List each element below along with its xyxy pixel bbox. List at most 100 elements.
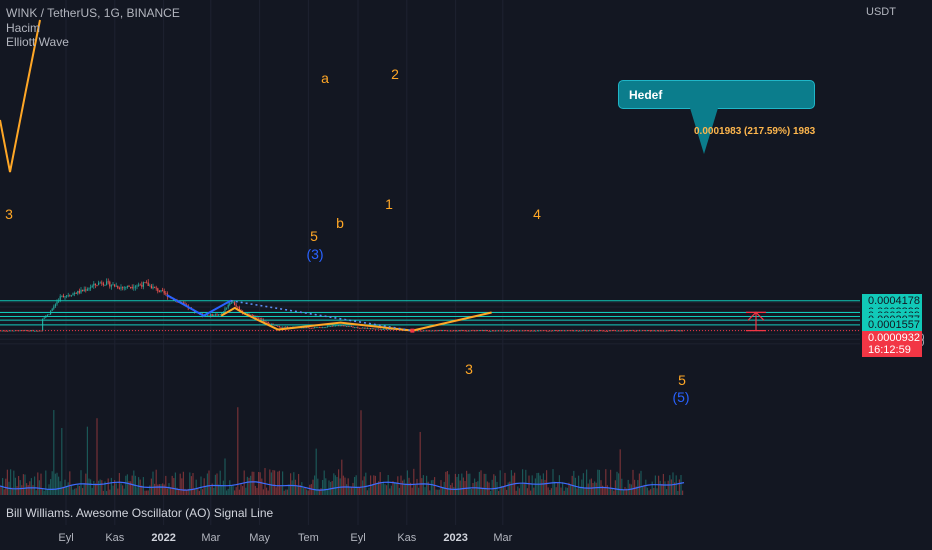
volume-bar [158,484,160,495]
candle-body [101,282,103,284]
target-callout[interactable]: Hedef [618,80,815,109]
volume-bar [381,483,383,495]
candle-body [152,286,154,289]
volume-bar [190,476,192,495]
volume-bar [541,479,543,495]
candle-body [571,330,573,332]
wave-label: (3) [306,246,324,262]
candle-body [112,284,114,286]
volume-bar [586,469,588,495]
volume-bar [474,478,476,495]
volume-bar [597,469,599,495]
candle-body [502,330,504,332]
volume-bar [106,490,108,495]
volume-bar [368,487,370,495]
volume-bar [394,482,396,495]
volume-bar [632,469,634,495]
candle-body [286,326,288,328]
volume-bar [490,490,492,495]
candle-body [16,330,18,332]
candle-body [285,326,287,328]
candle-body [349,326,351,327]
volume-bar [254,485,256,495]
candle-body [59,296,61,301]
volume-bar [498,490,500,495]
volume-bar [598,469,600,495]
volume-bar [240,483,242,495]
candle-body [130,286,132,288]
indicator-volume-label[interactable]: Hacim [6,21,180,36]
volume-bar [286,489,288,495]
candle-body [373,328,375,330]
volume-bar [430,480,432,495]
volume-bar [24,474,26,495]
candle-body [261,318,263,320]
candle-body [315,327,317,329]
candle-body [258,317,260,319]
candle-body [610,330,612,332]
candle-body [232,302,234,304]
volume-bar [624,487,626,495]
candle-body [466,330,468,332]
indicator-elliott-label[interactable]: Elliott Wave [6,35,180,50]
candle-body [430,330,432,332]
candle-body [352,326,354,328]
candle-body [227,304,229,308]
candle-body [389,329,391,331]
volume-bar [618,473,620,495]
volume-bar [58,476,60,495]
volume-bar [96,418,98,495]
volume-bar [122,485,124,495]
volume-bar [485,473,487,495]
volume-bar [504,472,506,495]
candle-body [66,295,68,297]
volume-bar [526,488,528,495]
volume-bar [445,471,447,495]
volume-bar [334,475,336,495]
candle-body [357,327,359,328]
volume-bar [314,475,316,495]
candle-body [544,330,546,332]
volume-bar [576,488,578,495]
candle-body [365,327,367,329]
candle-body [213,314,215,316]
candle-body [85,289,87,291]
x-tick-label: May [249,532,270,544]
candle-body [451,330,453,332]
volume-bar [558,475,560,495]
volume-bar [414,484,416,495]
projection-label: 0.0001983 (217.59%) 1983 [694,126,816,137]
candle-body [224,308,226,312]
candle-body [123,287,125,289]
volume-bar [442,487,444,495]
volume-bar [358,487,360,495]
candle-body [667,330,669,332]
volume-bar [395,483,397,495]
candle-body [141,285,143,287]
candle-body [442,330,444,332]
candle-body [616,330,618,332]
candle-body [280,327,282,328]
candle-body [154,286,156,288]
volume-bar [611,488,613,495]
grid [0,0,860,525]
volume-bar [682,490,684,495]
volume-bar [344,477,346,495]
candle-body [19,330,21,332]
candle-body [517,330,519,332]
candle-body [550,330,552,332]
volume-bar [480,470,482,495]
volume-bar [606,485,608,495]
volume-bar [362,480,364,495]
volume-bar [528,475,530,495]
volume-bar [667,480,669,495]
volume-bar [139,479,141,495]
volume-bar [285,489,287,495]
volume-bar [462,477,464,495]
volume-bar [333,473,335,495]
volume-bar [306,489,308,495]
wave-label: 5 [678,372,686,388]
candle-body [320,327,322,328]
last-price-tag: 0.0000932 16:12:59 [862,331,922,357]
volume-bar [570,484,572,495]
